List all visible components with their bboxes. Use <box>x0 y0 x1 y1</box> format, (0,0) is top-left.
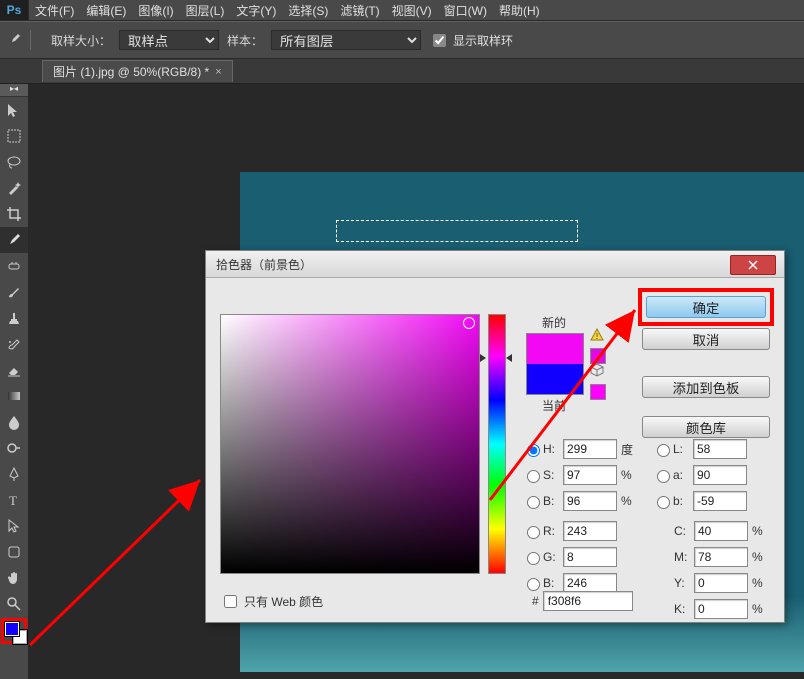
app-logo: Ps <box>0 0 29 20</box>
lab-b-radio[interactable] <box>657 496 670 509</box>
menu-item[interactable]: 选择(S) <box>282 0 334 21</box>
sample-label: 样本： <box>227 32 263 49</box>
magic-wand-tool[interactable] <box>0 175 28 201</box>
toolbox-grip[interactable]: ▸◂ <box>0 84 28 97</box>
dodge-tool[interactable] <box>0 435 28 461</box>
path-select-tool[interactable] <box>0 513 28 539</box>
clone-stamp-tool[interactable] <box>0 305 28 331</box>
hue-slider-thumb-left <box>480 354 486 362</box>
document-tab[interactable]: 图片 (1).jpg @ 50%(RGB/8) * × <box>42 60 233 82</box>
web-colors-only-option[interactable]: 只有 Web 颜色 <box>220 592 323 611</box>
lab-l-input[interactable] <box>693 439 747 459</box>
eraser-tool[interactable] <box>0 357 28 383</box>
red-input[interactable] <box>563 521 617 541</box>
hex-input[interactable] <box>543 591 633 611</box>
svg-text:!: ! <box>596 332 598 341</box>
menu-item[interactable]: 文字(Y) <box>230 0 282 21</box>
blur-tool[interactable] <box>0 409 28 435</box>
lab-b-input[interactable] <box>693 491 747 511</box>
hex-prefix: # <box>532 594 539 608</box>
websafe-color-swatch[interactable] <box>590 384 606 400</box>
move-tool[interactable] <box>0 97 28 123</box>
yellow-input[interactable] <box>694 573 748 593</box>
hand-tool[interactable] <box>0 565 28 591</box>
blue-radio[interactable] <box>527 578 540 591</box>
lab-a-input[interactable] <box>693 465 747 485</box>
brightness-input[interactable] <box>563 491 617 511</box>
brightness-radio[interactable] <box>527 496 540 509</box>
menu-item[interactable]: 视图(V) <box>386 0 438 21</box>
show-ring-option[interactable]: 显示取样环 <box>429 31 513 50</box>
new-color-preview <box>527 334 583 364</box>
color-field[interactable] <box>220 314 480 574</box>
cyan-input[interactable] <box>694 521 748 541</box>
menu-item[interactable]: 文件(F) <box>29 0 80 21</box>
brush-tool[interactable] <box>0 279 28 305</box>
hue-input[interactable] <box>563 439 617 459</box>
gradient-tool[interactable] <box>0 383 28 409</box>
menu-item[interactable]: 帮助(H) <box>493 0 546 21</box>
svg-text:T: T <box>9 493 17 508</box>
options-bar: 取样大小： 取样点 样本： 所有图层 显示取样环 <box>0 21 804 59</box>
ok-button[interactable]: 确定 <box>646 296 766 318</box>
cancel-button[interactable]: 取消 <box>642 328 770 350</box>
hue-slider-thumb-right <box>506 354 512 362</box>
saturation-radio[interactable] <box>527 470 540 483</box>
blue-input[interactable] <box>563 573 617 593</box>
shape-tool[interactable] <box>0 539 28 565</box>
menu-item[interactable]: 滤镜(T) <box>334 0 385 21</box>
saturation-input[interactable] <box>563 465 617 485</box>
menu-item[interactable]: 编辑(E) <box>80 0 132 21</box>
menu-item[interactable]: 图层(L) <box>180 0 231 21</box>
lab-a-radio[interactable] <box>657 470 670 483</box>
sample-size-label: 取样大小： <box>51 32 111 49</box>
foreground-color-swatch[interactable] <box>4 621 20 637</box>
magenta-input[interactable] <box>694 547 748 567</box>
current-color-label: 当前 <box>526 397 582 414</box>
dialog-title: 拾色器（前景色） <box>206 251 784 278</box>
sample-size-select[interactable]: 取样点 <box>119 30 219 50</box>
hue-radio[interactable] <box>527 444 540 457</box>
eyedropper-tool[interactable] <box>0 227 28 253</box>
current-color-preview[interactable] <box>527 364 583 394</box>
green-radio[interactable] <box>527 552 540 565</box>
red-radio[interactable] <box>527 526 540 539</box>
sample-layers-select[interactable]: 所有图层 <box>271 30 421 50</box>
hue-slider[interactable] <box>488 314 506 574</box>
color-libraries-button[interactable]: 颜色库 <box>642 416 770 438</box>
marquee-selection <box>336 220 578 242</box>
websafe-warning-icon[interactable] <box>590 363 604 377</box>
crop-tool[interactable] <box>0 201 28 227</box>
menu-item[interactable]: 窗口(W) <box>438 0 493 21</box>
green-input[interactable] <box>563 547 617 567</box>
new-color-label: 新的 <box>526 314 582 331</box>
black-input[interactable] <box>694 599 748 619</box>
zoom-tool[interactable] <box>0 591 28 617</box>
close-icon <box>748 260 758 270</box>
web-colors-only-checkbox[interactable] <box>224 595 237 608</box>
show-ring-checkbox[interactable] <box>433 34 446 47</box>
lab-l-radio[interactable] <box>657 444 670 457</box>
color-preview <box>526 333 584 395</box>
pen-tool[interactable] <box>0 461 28 487</box>
gamut-warning-icon[interactable]: ! <box>590 328 604 342</box>
history-brush-tool[interactable] <box>0 331 28 357</box>
color-swatches[interactable] <box>4 621 24 641</box>
marquee-tool[interactable] <box>0 123 28 149</box>
color-field-cursor <box>463 317 475 329</box>
toolbox: ▸◂ T <box>0 84 29 679</box>
color-picker-dialog: 拾色器（前景色） 新的 当前 ! 确定 取消 添加到色板 颜色库 <box>205 250 785 623</box>
document-tab-title: 图片 (1).jpg @ 50%(RGB/8) * <box>53 63 209 80</box>
eyedropper-icon <box>6 32 22 48</box>
menu-item[interactable]: 图像(I) <box>132 0 179 21</box>
dialog-close-button[interactable] <box>730 255 776 275</box>
healing-brush-tool[interactable] <box>0 253 28 279</box>
close-icon[interactable]: × <box>215 66 221 78</box>
type-tool[interactable]: T <box>0 487 28 513</box>
add-to-swatches-button[interactable]: 添加到色板 <box>642 376 770 398</box>
gamut-color-swatch[interactable] <box>590 348 606 364</box>
lasso-tool[interactable] <box>0 149 28 175</box>
